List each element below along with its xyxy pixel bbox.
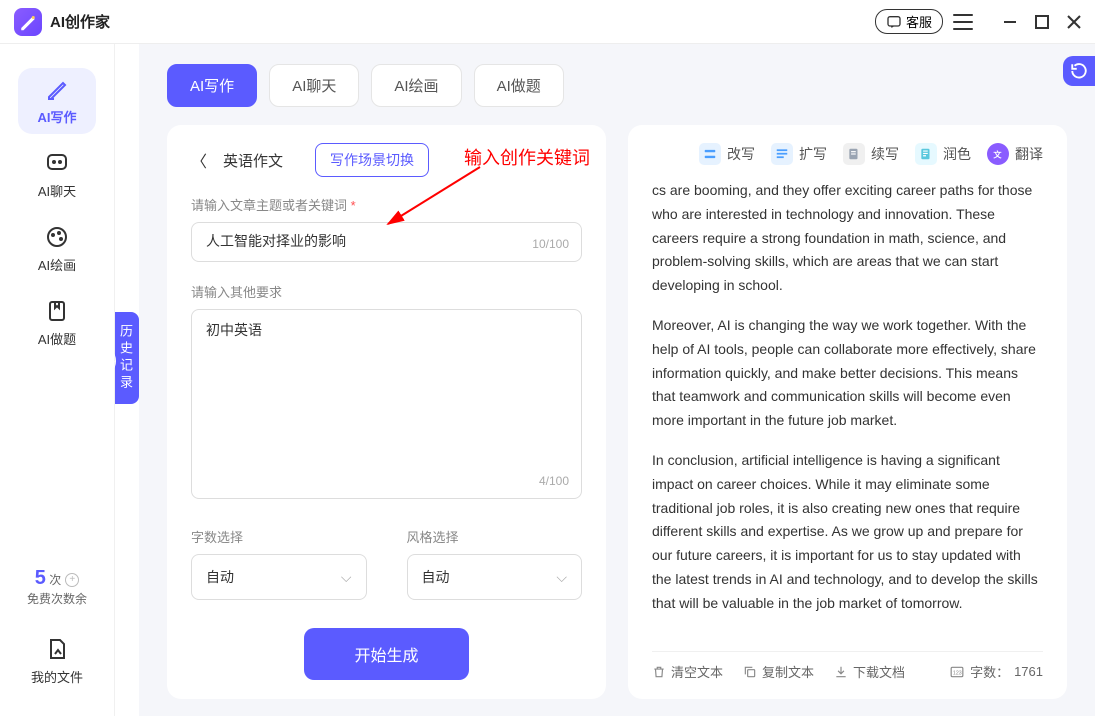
retry-button[interactable]: [1063, 56, 1095, 86]
continue-icon: [843, 143, 865, 165]
output-panel: 改写 扩写 续写 润色 文翻译 cs are booming, and they…: [628, 125, 1067, 699]
output-footer: 清空文本 复制文本 下载文档 123字数：1761: [652, 651, 1043, 681]
maximize-button[interactable]: [1035, 15, 1049, 29]
other-counter: 4/100: [539, 474, 569, 488]
scene-switch-button[interactable]: 写作场景切换: [315, 143, 429, 177]
word-count-label: 字数选择: [191, 527, 367, 546]
word-count: 123字数：1761: [949, 662, 1043, 681]
back-button[interactable]: 〈: [191, 148, 209, 172]
polish-icon: [915, 143, 937, 165]
main-area: AI写作 AI聊天 AI绘画 AI做题 〈 英语作文 写作场景切换 请输入文章主…: [139, 44, 1095, 716]
chevron-down-icon: ⌵: [556, 569, 567, 586]
my-files-button[interactable]: 我的文件: [31, 637, 83, 686]
title-bar: AI创作家 客服: [0, 0, 1095, 44]
breadcrumb: 〈 英语作文 写作场景切换: [191, 143, 582, 177]
output-paragraph: In conclusion, artificial intelligence i…: [652, 449, 1039, 616]
download-button[interactable]: 下载文档: [834, 662, 905, 681]
free-count: 5 次+ 免费次数余: [27, 567, 87, 607]
app-title: AI创作家: [50, 11, 110, 32]
sidebar-item-homework[interactable]: AI做题: [18, 290, 96, 356]
output-paragraph: cs are booming, and they offer exciting …: [652, 179, 1039, 298]
style-select[interactable]: 自动 ⌵: [407, 554, 583, 600]
svg-text:123: 123: [953, 670, 962, 676]
count-icon: 123: [949, 665, 965, 679]
tool-translate[interactable]: 文翻译: [987, 143, 1043, 165]
output-paragraph: Moreover, AI is changing the way we work…: [652, 314, 1039, 433]
palette-icon: [45, 225, 69, 249]
tab-painting[interactable]: AI绘画: [371, 64, 461, 107]
style-label: 风格选择: [407, 527, 583, 546]
sidebar-item-painting[interactable]: AI绘画: [18, 216, 96, 282]
copy-button[interactable]: 复制文本: [743, 662, 814, 681]
plus-icon[interactable]: +: [65, 573, 79, 587]
input-panel: 〈 英语作文 写作场景切换 请输入文章主题或者关键词 * 10/100 请输入其…: [167, 125, 606, 699]
top-tabs: AI写作 AI聊天 AI绘画 AI做题: [139, 44, 1095, 107]
chat-icon: [886, 14, 902, 30]
chevron-right-icon: »: [109, 353, 116, 369]
other-label: 请输入其他要求: [191, 282, 582, 301]
tab-homework[interactable]: AI做题: [474, 64, 564, 107]
download-icon: [834, 665, 848, 679]
history-tab[interactable]: 历史记录 »: [115, 312, 139, 404]
svg-text:文: 文: [993, 150, 1002, 160]
output-text[interactable]: cs are booming, and they offer exciting …: [652, 179, 1043, 651]
tool-polish[interactable]: 润色: [915, 143, 971, 165]
generate-button[interactable]: 开始生成: [304, 628, 468, 680]
tool-continue[interactable]: 续写: [843, 143, 899, 165]
minimize-button[interactable]: [1003, 15, 1017, 29]
sidebar-item-chat[interactable]: AI聊天: [18, 142, 96, 208]
file-icon: [45, 637, 69, 661]
trash-icon: [652, 665, 666, 679]
close-button[interactable]: [1067, 15, 1081, 29]
topic-input[interactable]: [206, 233, 567, 249]
breadcrumb-text: 英语作文: [223, 150, 283, 171]
chevron-down-icon: ⌵: [341, 569, 352, 586]
bookmark-icon: [45, 299, 69, 323]
rewrite-icon: [699, 143, 721, 165]
customer-service-button[interactable]: 客服: [875, 9, 943, 34]
word-count-select[interactable]: 自动 ⌵: [191, 554, 367, 600]
sidebar: AI写作 AI聊天 AI绘画 AI做题 5 次+ 免费次数余 我的文件: [0, 44, 115, 716]
topic-label: 请输入文章主题或者关键词 *: [191, 195, 582, 214]
text-tools-row: 改写 扩写 续写 润色 文翻译: [652, 143, 1043, 165]
chat-icon: [45, 151, 69, 175]
clear-button[interactable]: 清空文本: [652, 662, 723, 681]
other-input-box: 4/100: [191, 309, 582, 499]
topic-input-box: 10/100: [191, 222, 582, 262]
sidebar-label: AI写作: [37, 107, 76, 126]
tab-writing[interactable]: AI写作: [167, 64, 257, 107]
tool-expand[interactable]: 扩写: [771, 143, 827, 165]
pen-icon: [45, 77, 69, 101]
other-input[interactable]: [206, 320, 567, 460]
kefu-label: 客服: [906, 12, 932, 31]
sidebar-label: AI聊天: [38, 181, 76, 200]
sidebar-item-writing[interactable]: AI写作: [18, 68, 96, 134]
tab-chat[interactable]: AI聊天: [269, 64, 359, 107]
copy-icon: [743, 665, 757, 679]
sidebar-label: AI绘画: [38, 255, 76, 274]
expand-icon: [771, 143, 793, 165]
app-logo: [14, 8, 42, 36]
translate-icon: 文: [987, 143, 1009, 165]
sidebar-label: AI做题: [38, 329, 76, 348]
hamburger-menu-icon[interactable]: [953, 14, 973, 30]
tool-rewrite[interactable]: 改写: [699, 143, 755, 165]
topic-counter: 10/100: [532, 237, 569, 251]
